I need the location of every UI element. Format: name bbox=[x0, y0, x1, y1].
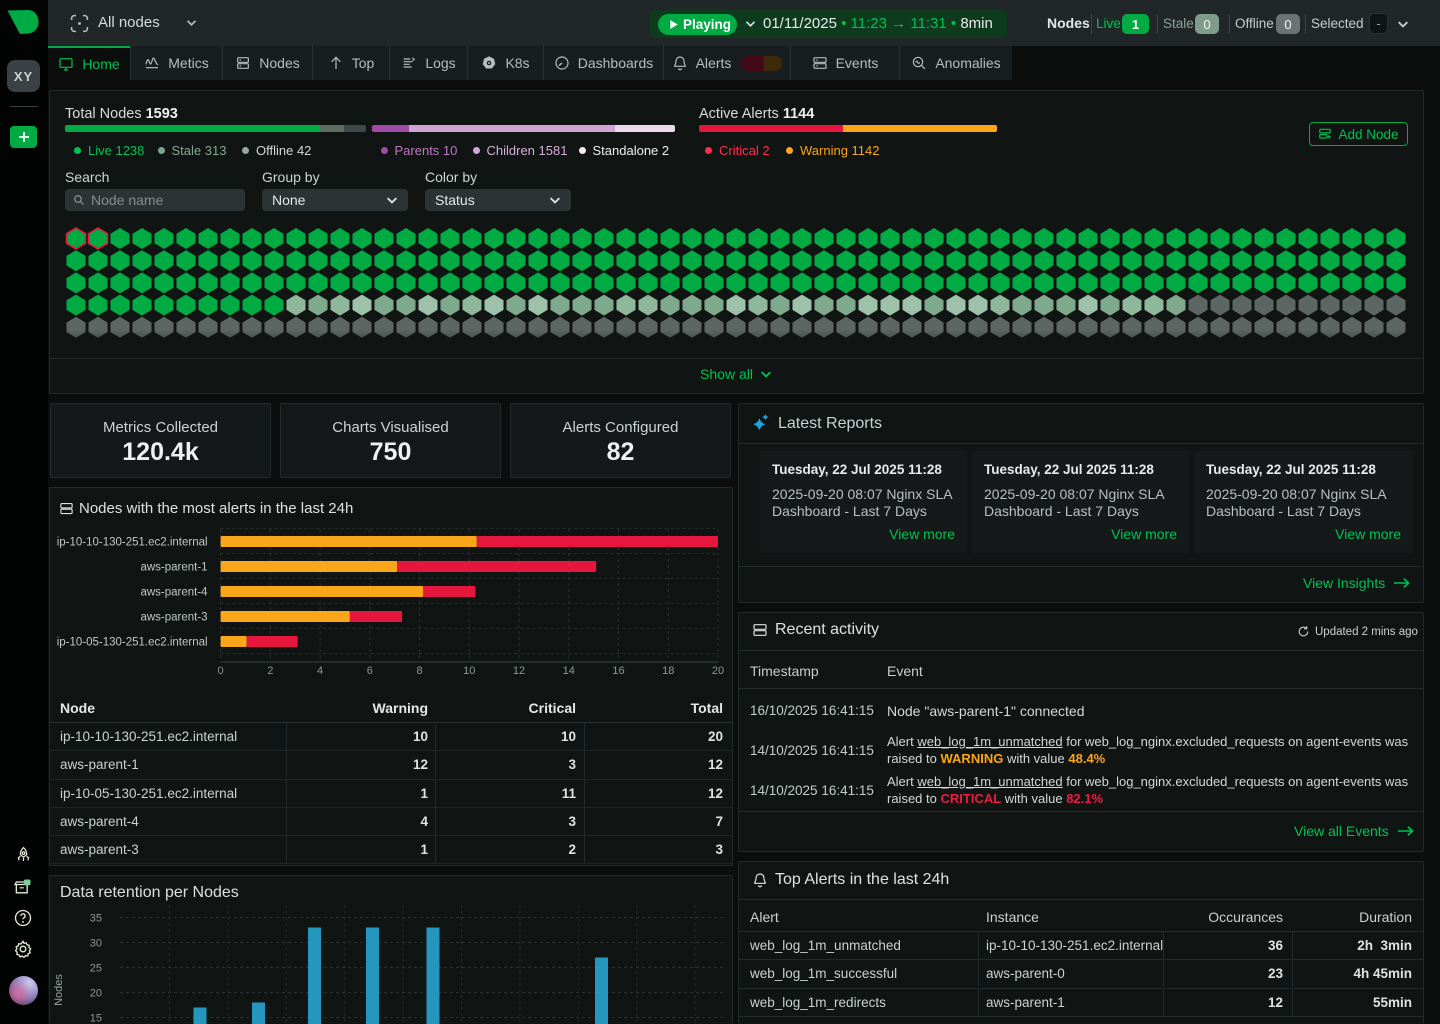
svg-text:12: 12 bbox=[513, 665, 525, 677]
svg-text:16: 16 bbox=[612, 665, 624, 677]
svg-text:35: 35 bbox=[90, 913, 102, 925]
svg-text:20: 20 bbox=[712, 665, 724, 677]
svg-text:aws-parent-1: aws-parent-1 bbox=[140, 562, 207, 574]
svg-text:aws-parent-4: aws-parent-4 bbox=[140, 587, 208, 599]
svg-text:Nodes: Nodes bbox=[53, 974, 65, 1006]
svg-text:ip-10-05-130-251.ec2.internal: ip-10-05-130-251.ec2.internal bbox=[57, 637, 208, 649]
svg-text:ip-10-10-130-251.ec2.internal: ip-10-10-130-251.ec2.internal bbox=[57, 537, 208, 549]
svg-text:8: 8 bbox=[417, 665, 423, 677]
svg-text:2: 2 bbox=[267, 665, 273, 677]
svg-text:25: 25 bbox=[90, 963, 102, 975]
svg-text:6: 6 bbox=[367, 665, 373, 677]
svg-text:18: 18 bbox=[662, 665, 674, 677]
svg-text:15: 15 bbox=[90, 1013, 102, 1024]
svg-text:0: 0 bbox=[218, 665, 224, 677]
svg-text:14: 14 bbox=[563, 665, 575, 677]
svg-text:aws-parent-3: aws-parent-3 bbox=[140, 612, 207, 624]
svg-text:4: 4 bbox=[317, 665, 323, 677]
svg-text:20: 20 bbox=[90, 988, 102, 1000]
svg-text:30: 30 bbox=[90, 938, 102, 950]
svg-text:10: 10 bbox=[463, 665, 475, 677]
